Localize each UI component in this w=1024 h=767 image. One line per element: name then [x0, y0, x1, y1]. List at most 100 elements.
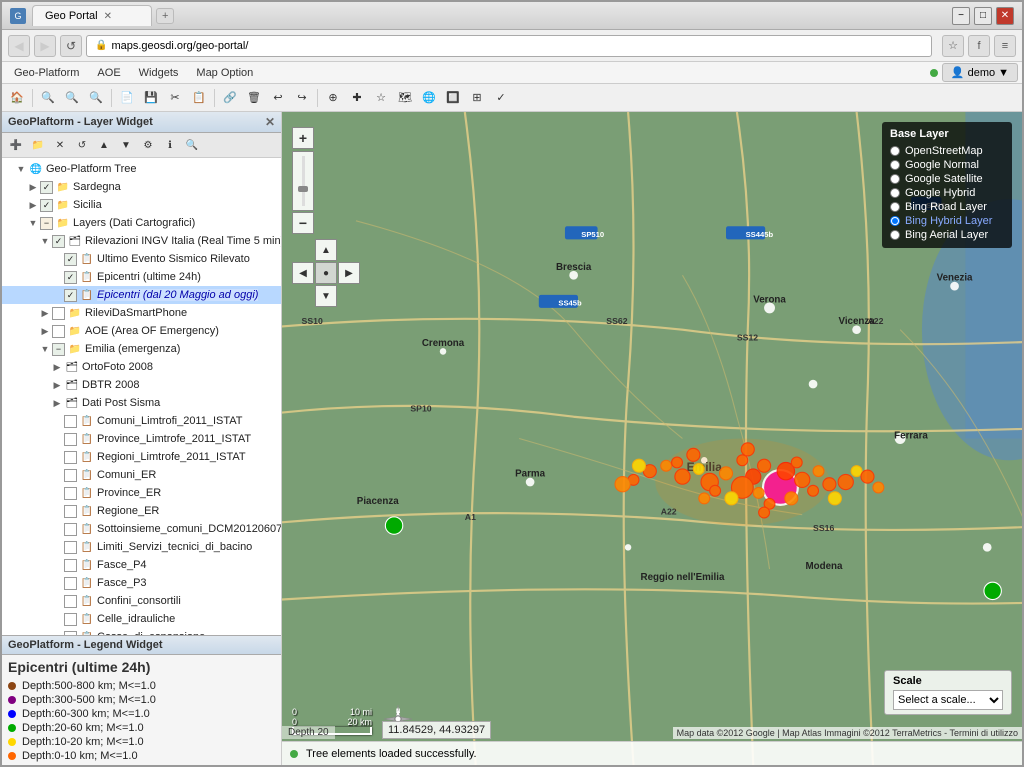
regioni-limtrofe-checkbox[interactable]: [64, 451, 77, 464]
url-bar[interactable]: 🔒 maps.geosdi.org/geo-portal/: [86, 35, 932, 57]
emilia-checkbox[interactable]: −: [52, 343, 65, 356]
search2-toolbar-button[interactable]: 🔍: [61, 87, 83, 109]
tree-node-dati-post[interactable]: ▶ 🗂 Dati Post Sisma: [2, 394, 281, 412]
fasce-p4-checkbox[interactable]: [64, 559, 77, 572]
base-layer-google-hybrid[interactable]: Google Hybrid: [890, 186, 1004, 200]
comuni-er-checkbox[interactable]: [64, 469, 77, 482]
tree-node-ultimo-evento[interactable]: ✓ 📋 Ultimo Evento Sismico Rilevato: [2, 250, 281, 268]
pan-left-button[interactable]: ◀: [292, 262, 314, 284]
star-button[interactable]: ☆: [370, 87, 392, 109]
tree-root-node[interactable]: ▼ 🌐 Geo-Platform Tree: [2, 160, 281, 178]
more-button[interactable]: ≡: [994, 35, 1016, 57]
aoe-toggle[interactable]: ▶: [38, 326, 52, 337]
tree-node-sicilia[interactable]: ▶ ✓ 📁 Sicilia: [2, 196, 281, 214]
bookmark-star-button[interactable]: ☆: [942, 35, 964, 57]
regione-er-checkbox[interactable]: [64, 505, 77, 518]
tree-node-limiti-servizi[interactable]: 📋 Limiti_Servizi_tecnici_di_bacino: [2, 538, 281, 556]
globe-button[interactable]: 🌐: [418, 87, 440, 109]
grid-button[interactable]: ⊞: [466, 87, 488, 109]
limiti-servizi-checkbox[interactable]: [64, 541, 77, 554]
base-layer-osm[interactable]: OpenStreetMap: [890, 144, 1004, 158]
tree-node-rilevazioni[interactable]: ▼ ✓ 🗂 Rilevazioni INGV Italia (Real Time…: [2, 232, 281, 250]
tree-node-comuni-limtrofi[interactable]: 📋 Comuni_Limtrofi_2011_ISTAT: [2, 412, 281, 430]
tab-close-button[interactable]: ✕: [104, 11, 112, 22]
tree-node-province-limtrofe[interactable]: 📋 Province_Limtrofe_2011_ISTAT: [2, 430, 281, 448]
zoom-slider[interactable]: [292, 151, 314, 211]
layer-remove-button[interactable]: ✕: [50, 135, 70, 155]
save-button[interactable]: 💾: [140, 87, 162, 109]
link-button[interactable]: 🔗: [219, 87, 241, 109]
layer-up-button[interactable]: ▲: [94, 135, 114, 155]
ultimo-evento-checkbox[interactable]: ✓: [64, 253, 77, 266]
menu-map-option[interactable]: Map Option: [188, 65, 261, 81]
zoom-in-button[interactable]: +: [292, 127, 314, 149]
layer-info-button[interactable]: ℹ: [160, 135, 180, 155]
sardegna-toggle[interactable]: ▶: [26, 182, 40, 193]
tree-node-dbtr[interactable]: ▶ 🗂 DBTR 2008: [2, 376, 281, 394]
base-layer-google-normal[interactable]: Google Normal: [890, 158, 1004, 172]
delete-button[interactable]: 🗑: [243, 87, 265, 109]
facebook-button[interactable]: f: [968, 35, 990, 57]
menu-widgets[interactable]: Widgets: [131, 65, 187, 81]
new-tab-button[interactable]: +: [156, 8, 174, 24]
ortofoto-toggle[interactable]: ▶: [50, 362, 64, 373]
tree-node-fasce-p4[interactable]: 📋 Fasce_P4: [2, 556, 281, 574]
layer-tree[interactable]: ▼ 🌐 Geo-Platform Tree ▶ ✓ 📁 Sardegna: [2, 158, 281, 635]
layers-toggle[interactable]: ▼: [26, 218, 40, 228]
pan-center-button[interactable]: ●: [315, 262, 337, 284]
tree-node-province-er[interactable]: 📋 Province_ER: [2, 484, 281, 502]
back-button[interactable]: ◀: [8, 35, 30, 57]
check-button[interactable]: ✓: [490, 87, 512, 109]
select-button[interactable]: 🔲: [442, 87, 464, 109]
tree-node-epicentri-24h[interactable]: ✓ 📋 Epicentri (ultime 24h): [2, 268, 281, 286]
layer-folder-button[interactable]: 📁: [28, 135, 48, 155]
base-layer-bing-aerial[interactable]: Bing Aerial Layer: [890, 228, 1004, 242]
menu-aoe[interactable]: AOE: [89, 65, 128, 81]
tree-node-fasce-p3[interactable]: 📋 Fasce_P3: [2, 574, 281, 592]
tree-node-aoe[interactable]: ▶ 📁 AOE (Area OF Emergency): [2, 322, 281, 340]
search3-toolbar-button[interactable]: 🔍: [85, 87, 107, 109]
tree-node-epicentri-maggio[interactable]: ✓ 📋 Epicentri (dal 20 Maggio ad oggi): [2, 286, 281, 304]
add-button[interactable]: ⊕: [322, 87, 344, 109]
tree-root-toggle[interactable]: ▼: [14, 164, 28, 174]
redo-button[interactable]: ↪: [291, 87, 313, 109]
rilevazioni-checkbox[interactable]: ✓: [52, 235, 65, 248]
tree-node-casse-espansione[interactable]: 📋 Casse_di_espansione: [2, 628, 281, 635]
search-toolbar-button[interactable]: 🔍: [37, 87, 59, 109]
minimize-button[interactable]: −: [952, 7, 970, 25]
layer-widget-close-button[interactable]: ✕: [265, 115, 275, 129]
rilievi-checkbox[interactable]: [52, 307, 65, 320]
paste-button[interactable]: 📋: [188, 87, 210, 109]
celle-idrauliche-checkbox[interactable]: [64, 613, 77, 626]
base-layer-google-satellite[interactable]: Google Satellite: [890, 172, 1004, 186]
new-doc-button[interactable]: 📄: [116, 87, 138, 109]
menu-geo-platform[interactable]: Geo-Platform: [6, 65, 87, 81]
dbtr-toggle[interactable]: ▶: [50, 380, 64, 391]
layer-add-button[interactable]: ➕: [6, 135, 26, 155]
emilia-toggle[interactable]: ▼: [38, 344, 52, 354]
comuni-limtrofi-checkbox[interactable]: [64, 415, 77, 428]
tree-node-regione-er[interactable]: 📋 Regione_ER: [2, 502, 281, 520]
base-layer-bing-hybrid[interactable]: Bing Hybrid Layer: [890, 214, 1004, 228]
home-toolbar-button[interactable]: 🏠: [6, 87, 28, 109]
aoe-checkbox[interactable]: [52, 325, 65, 338]
rilievi-toggle[interactable]: ▶: [38, 308, 52, 319]
forward-button[interactable]: ▶: [34, 35, 56, 57]
plus-button[interactable]: ✚: [346, 87, 368, 109]
close-button[interactable]: ✕: [996, 7, 1014, 25]
sardegna-checkbox[interactable]: ✓: [40, 181, 53, 194]
maximize-button[interactable]: □: [974, 7, 992, 25]
tree-node-ortofoto[interactable]: ▶ 🗂 OrtoFoto 2008: [2, 358, 281, 376]
epicentri-24h-checkbox[interactable]: ✓: [64, 271, 77, 284]
layer-down-button[interactable]: ▼: [116, 135, 136, 155]
sottoinsieme-checkbox[interactable]: [64, 523, 77, 536]
tree-node-layers[interactable]: ▼ − 📁 Layers (Dati Cartografici): [2, 214, 281, 232]
tree-node-confini-consortili[interactable]: 📋 Confini_consortili: [2, 592, 281, 610]
tree-node-celle-idrauliche[interactable]: 📋 Celle_idrauliche: [2, 610, 281, 628]
map-container[interactable]: SS10 SP10 SS62 SS12 A22 A1 A22 SS16 Bres…: [282, 112, 1022, 765]
pan-up-button[interactable]: ▲: [315, 239, 337, 261]
browser-tab[interactable]: Geo Portal ✕: [32, 5, 152, 26]
dati-post-toggle[interactable]: ▶: [50, 398, 64, 409]
scale-select-dropdown[interactable]: Select a scale...: [893, 690, 1003, 710]
layer-refresh-button[interactable]: ↺: [72, 135, 92, 155]
